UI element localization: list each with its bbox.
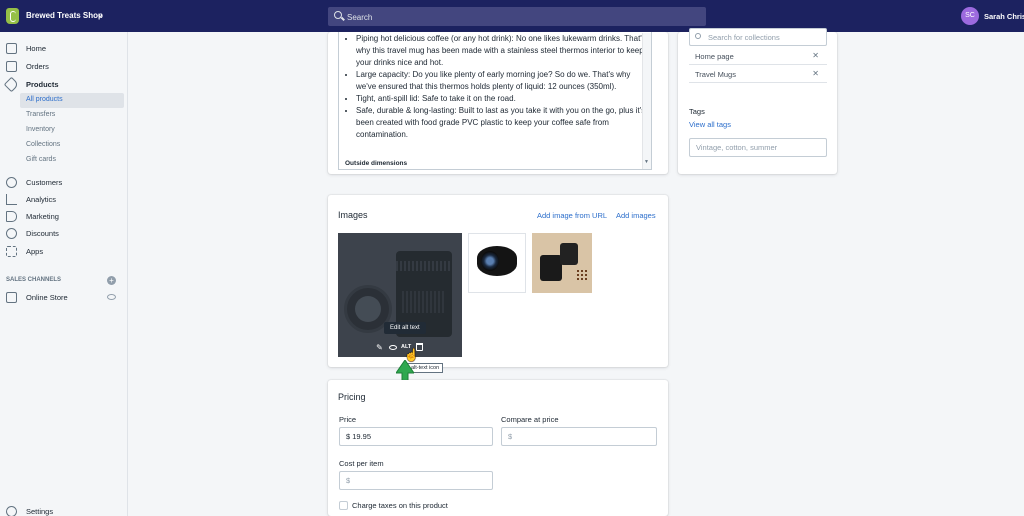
pricing-heading: Pricing xyxy=(338,392,366,402)
collection-label: Home page xyxy=(695,52,734,61)
sidebar-subitem-label: Transfers xyxy=(26,111,56,118)
cup-shape xyxy=(540,255,562,281)
chart-icon xyxy=(6,194,17,205)
sidebar-item-discounts[interactable]: Discounts xyxy=(0,225,128,242)
search-placeholder: Search xyxy=(347,13,373,22)
scroll-down-icon[interactable]: ▼ xyxy=(644,159,649,165)
sidebar-item-label: Discounts xyxy=(26,229,59,238)
outside-dimensions-heading: Outside dimensions xyxy=(345,160,408,167)
sidebar-subitem-label: Inventory xyxy=(26,126,55,133)
edit-alt-text-tooltip: Edit alt text xyxy=(384,322,426,334)
sidebar-item-products[interactable]: Products xyxy=(0,76,128,93)
product-image-main[interactable] xyxy=(338,233,462,357)
charge-taxes-label[interactable]: Charge taxes on this product xyxy=(352,501,448,510)
sidebar-item-label: Online Store xyxy=(26,293,68,302)
sidebar-item-label: Analytics xyxy=(26,195,57,204)
orders-icon xyxy=(6,61,17,72)
gear-icon xyxy=(6,506,17,516)
image-hover-overlay xyxy=(338,233,462,357)
sidebar-subitem-inventory[interactable]: Inventory xyxy=(20,123,124,138)
sidebar-subitem-all-products[interactable]: All products xyxy=(20,93,124,108)
sidebar-item-label: Marketing xyxy=(26,212,59,221)
apps-icon xyxy=(6,246,17,257)
remove-icon[interactable]: ✕ xyxy=(812,69,819,78)
pricing-card xyxy=(328,380,668,516)
user-name[interactable]: Sarah Chrisp xyxy=(984,12,1024,21)
search-input[interactable] xyxy=(328,7,706,26)
compare-at-price-label: Compare at price xyxy=(501,415,559,424)
sidebar-item-home[interactable]: Home xyxy=(0,40,128,57)
list-item: Piping hot delicious coffee (or any hot … xyxy=(356,33,646,69)
add-channel-icon[interactable]: + xyxy=(107,276,116,285)
collection-label: Travel Mugs xyxy=(695,70,736,79)
sidebar-item-customers[interactable]: Customers xyxy=(0,174,128,191)
list-item: Safe, durable & long-lasting: Built to l… xyxy=(356,105,646,141)
sidebar-item-apps[interactable]: Apps xyxy=(0,243,128,260)
sidebar-item-label: Home xyxy=(26,44,47,53)
tags-input[interactable]: Vintage, cotton, summer xyxy=(689,138,827,157)
eye-icon[interactable] xyxy=(107,294,116,300)
editor-scrollbar[interactable] xyxy=(642,33,651,169)
add-images-link[interactable]: Add images xyxy=(616,211,656,220)
shop-name[interactable]: Brewed Treats Shop xyxy=(26,11,103,20)
eye-icon[interactable] xyxy=(389,345,397,350)
megaphone-icon xyxy=(6,211,17,222)
sidebar-subitem-transfers[interactable]: Transfers xyxy=(20,108,124,123)
tags-heading: Tags xyxy=(689,107,705,116)
discount-icon xyxy=(6,228,17,239)
avatar[interactable]: SC xyxy=(961,7,979,25)
sidebar-subitem-label: All products xyxy=(26,96,63,103)
sidebar-item-label: Customers xyxy=(26,178,63,187)
price-input[interactable]: $ 19.95 xyxy=(339,427,493,446)
list-item: Tight, anti-spill lid: Safe to take it o… xyxy=(356,93,646,105)
pencil-icon[interactable]: ✎ xyxy=(375,343,384,352)
store-icon xyxy=(6,292,17,303)
sidebar-item-analytics[interactable]: Analytics xyxy=(0,191,128,208)
images-heading: Images xyxy=(338,210,368,220)
collections-search-input[interactable]: Search for collections xyxy=(689,28,827,46)
remove-icon[interactable]: ✕ xyxy=(812,51,819,60)
sidebar-item-label: Products xyxy=(26,80,59,89)
cost-per-item-input[interactable]: $ xyxy=(339,471,493,490)
sidebar-subitem-label: Gift cards xyxy=(26,156,56,163)
sales-channels-heading: SALES CHANNELS xyxy=(6,277,62,283)
shopify-bag-icon[interactable] xyxy=(6,8,19,24)
list-item: Large capacity: Do you like plenty of ea… xyxy=(356,69,646,93)
collection-item: Home page ✕ xyxy=(689,48,827,65)
sidebar-item-marketing[interactable]: Marketing xyxy=(0,208,128,225)
search-icon xyxy=(334,11,342,19)
chevron-down-icon[interactable]: ⌄ xyxy=(96,9,104,20)
sidebar-item-settings[interactable]: Settings xyxy=(0,503,128,516)
sidebar-subitem-collections[interactable]: Collections xyxy=(20,138,124,153)
compare-at-price-input[interactable]: $ xyxy=(501,427,657,446)
sidebar-subitem-gift-cards[interactable]: Gift cards xyxy=(20,153,124,168)
sidebar: Home Orders Products All products Transf… xyxy=(0,32,128,516)
sidebar-subitem-label: Collections xyxy=(26,141,61,148)
tag-icon xyxy=(3,76,20,93)
product-image-thumbnail[interactable] xyxy=(468,233,526,293)
coffee-beans-shape xyxy=(576,269,588,281)
charge-taxes-checkbox[interactable] xyxy=(339,501,348,510)
sidebar-item-label: Settings xyxy=(26,507,54,516)
view-all-tags-link[interactable]: View all tags xyxy=(689,120,731,129)
add-image-from-url-link[interactable]: Add image from URL xyxy=(537,211,607,220)
product-image-thumbnail[interactable] xyxy=(532,233,592,293)
sidebar-item-label: Orders xyxy=(26,62,49,71)
description-editor[interactable]: Piping hot delicious coffee (or any hot … xyxy=(338,32,652,170)
lens-shape xyxy=(477,246,517,276)
person-icon xyxy=(6,177,17,188)
search-icon xyxy=(695,33,701,39)
collection-item: Travel Mugs ✕ xyxy=(689,66,827,83)
cost-per-item-label: Cost per item xyxy=(339,459,384,468)
sidebar-item-orders[interactable]: Orders xyxy=(0,58,128,75)
description-list: Piping hot delicious coffee (or any hot … xyxy=(356,33,646,141)
sidebar-item-label: Apps xyxy=(26,247,44,256)
price-label: Price xyxy=(339,415,357,424)
home-icon xyxy=(6,43,17,54)
cup-shape xyxy=(560,243,578,265)
